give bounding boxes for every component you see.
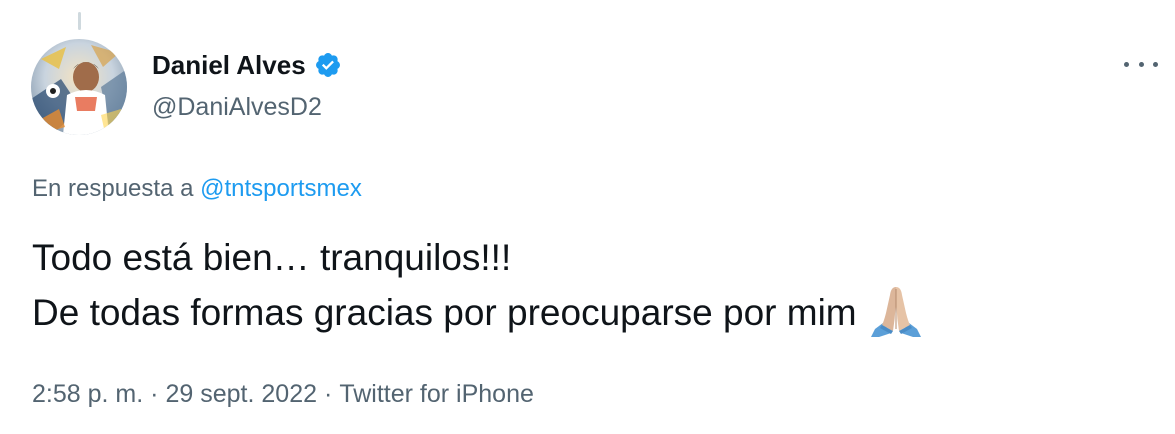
more-horizontal-icon: [1124, 61, 1129, 67]
tweet-date[interactable]: 29 sept. 2022: [166, 380, 318, 408]
reply-prefix: En respuesta a: [32, 175, 194, 202]
reply-context: En respuesta a @tntsportsmex: [32, 174, 362, 204]
meta-separator: ·: [150, 380, 159, 408]
folded-hands-icon: [869, 283, 923, 337]
avatar-image: [31, 39, 127, 135]
tweet-text-line-1: Todo está bien… tranquilos!!!: [32, 237, 512, 278]
verified-badge-icon: [314, 51, 342, 79]
tweet-text: Todo está bien… tranquilos!!! De todas f…: [32, 233, 923, 338]
thread-connector-line: [78, 12, 81, 30]
tweet-source: Twitter for iPhone: [339, 380, 534, 408]
tweet-text-line-2: De todas formas gracias por preocuparse …: [32, 292, 857, 333]
meta-separator: ·: [324, 380, 333, 408]
more-horizontal-icon-dot: [1138, 61, 1144, 67]
avatar[interactable]: [31, 39, 127, 135]
reply-mention-link[interactable]: @tntsportsmex: [200, 175, 362, 202]
tweet-text-line-2-wrapper: De todas formas gracias por preocuparse …: [32, 283, 923, 338]
tweet-meta: 2:58 p. m. · 29 sept. 2022 · Twitter for iPh…: [32, 379, 534, 409]
more-options-button[interactable]: [1124, 54, 1158, 74]
author-name-row[interactable]: Daniel Alves: [152, 50, 342, 80]
author-handle[interactable]: @DaniAlvesD2: [152, 92, 322, 122]
more-horizontal-icon-dot: [1153, 61, 1158, 67]
tweet-time[interactable]: 2:58 p. m.: [32, 380, 143, 408]
author-display-name[interactable]: Daniel Alves: [152, 50, 306, 80]
